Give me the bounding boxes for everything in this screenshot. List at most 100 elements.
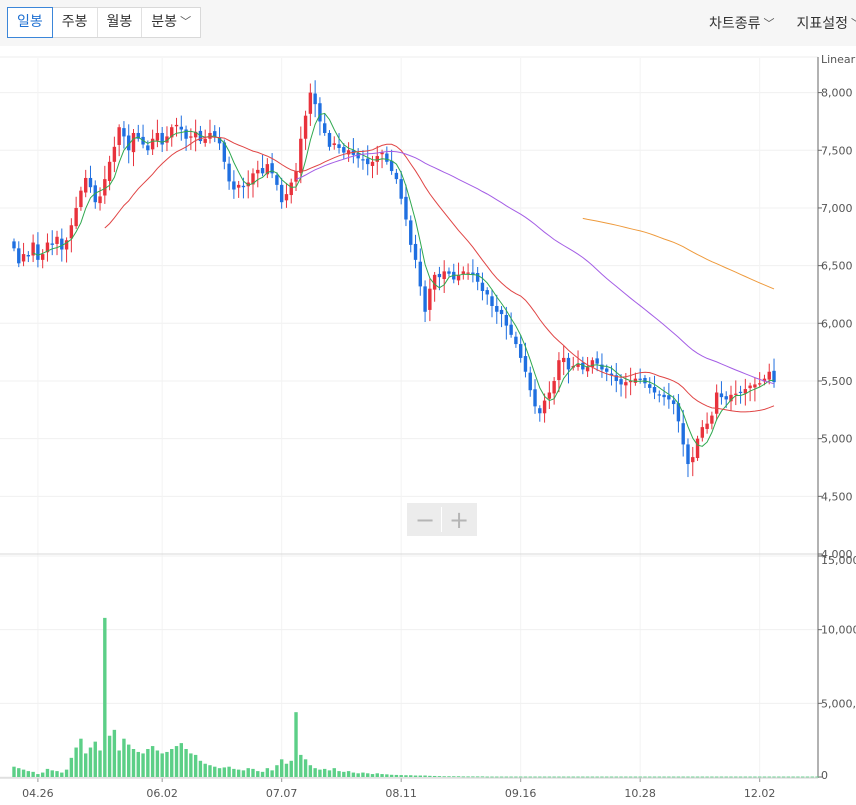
volume-bar	[609, 776, 614, 778]
candle-body	[12, 241, 16, 249]
volume-bar	[337, 771, 341, 777]
volume-bar	[657, 776, 661, 778]
volume-bar	[323, 768, 327, 777]
scale-label: Linear	[821, 53, 856, 66]
y-tick-label: 6,000	[821, 317, 853, 330]
candle-body	[342, 147, 346, 153]
x-tick-label: 09.16	[505, 787, 537, 800]
volume-bar	[628, 776, 633, 778]
volume-bar	[69, 757, 74, 777]
candle-body	[241, 185, 246, 188]
candle-body	[256, 169, 260, 174]
volume-bar	[40, 772, 45, 777]
volume-bar	[198, 760, 203, 777]
candle-body	[155, 132, 160, 141]
zoom-out-button[interactable]: −	[415, 506, 435, 534]
candle-body	[480, 282, 485, 292]
candle-body	[174, 124, 179, 127]
candle-body	[552, 380, 556, 394]
volume-bar	[26, 771, 31, 777]
candle-body	[514, 336, 518, 345]
volume-bar	[428, 775, 432, 777]
candle-body	[714, 392, 719, 414]
y-tick-label: 5,500	[821, 375, 853, 388]
x-tick-label: 07.07	[266, 787, 298, 800]
volume-bar	[36, 774, 40, 777]
candle-body	[475, 273, 480, 282]
volume-bar	[667, 776, 671, 778]
volume-bar	[781, 776, 786, 778]
candle-body	[485, 290, 489, 295]
volume-bar	[60, 772, 64, 777]
candle-body	[533, 389, 537, 407]
candle-body	[26, 255, 31, 257]
volume-tick-label: 5,000,0	[821, 697, 856, 710]
candle-body	[366, 158, 370, 165]
date-axis-labels: 04.26 06.02 07.07 08.11 09.16 10.28 12.02	[22, 787, 775, 800]
volume-bar	[729, 776, 733, 778]
volume-bar	[50, 770, 54, 777]
volume-bar	[499, 776, 504, 778]
volume-bar	[810, 776, 814, 778]
candle-body	[681, 423, 685, 445]
candle-body	[566, 357, 571, 370]
volume-bar	[399, 775, 403, 777]
zoom-in-button[interactable]: +	[449, 506, 469, 534]
volume-bar	[380, 774, 384, 777]
candle-body	[375, 156, 379, 162]
volume-bar	[600, 776, 604, 778]
volume-bar	[17, 768, 21, 777]
candle-body	[562, 357, 566, 363]
volume-bar	[633, 776, 638, 778]
volume-bar	[691, 776, 695, 778]
volume-bar	[289, 760, 293, 777]
volume-bar	[585, 776, 590, 778]
candle-body	[112, 146, 117, 162]
volume-bar	[705, 776, 709, 778]
volume-bar	[342, 771, 346, 777]
volume-bar	[146, 749, 150, 777]
price-axis-labels: 4,0004,5005,0005,5006,0006,5007,0007,500…	[821, 87, 853, 561]
volume-bar	[509, 776, 513, 778]
volume-bar	[475, 776, 480, 778]
candle-body	[98, 196, 102, 204]
volume-bar	[538, 776, 542, 778]
volume-bar	[98, 750, 102, 777]
candle-body	[361, 159, 365, 161]
volume-bar	[193, 754, 198, 777]
candle-body	[509, 324, 513, 335]
ma60-line	[295, 150, 775, 385]
volume-bar	[681, 776, 685, 778]
candle-body	[547, 392, 552, 399]
volume-bar	[155, 750, 160, 777]
candle-body	[88, 177, 93, 188]
candle-body	[409, 220, 413, 245]
volume-bar	[442, 776, 446, 778]
volume-bar	[734, 776, 738, 778]
candle-body	[428, 288, 432, 310]
volume-bar	[719, 776, 724, 778]
candle-body	[734, 393, 738, 395]
volume-bar	[662, 776, 666, 778]
volume-bar	[107, 735, 112, 777]
candle-body	[437, 273, 442, 278]
volume-tick-label: 10,000,0	[821, 624, 856, 637]
volume-bar	[136, 751, 140, 777]
candle-body	[705, 423, 709, 429]
stock-chart[interactable]: 4,0004,5005,0005,5006,0006,5007,0007,500…	[0, 0, 856, 805]
candle-body	[284, 194, 289, 201]
candle-body	[385, 153, 389, 162]
volume-bar	[346, 771, 351, 777]
y-tick-label: 7,000	[821, 202, 853, 215]
volume-bar	[447, 776, 451, 778]
volume-bar	[590, 776, 595, 778]
candle-body	[313, 93, 317, 105]
volume-bar	[64, 769, 69, 777]
volume-bar	[394, 774, 399, 777]
volume-bar	[595, 776, 599, 778]
candle-body	[36, 244, 40, 260]
candle-body	[757, 383, 762, 385]
volume-bar	[643, 776, 647, 778]
volume-bar	[375, 773, 379, 777]
volume-bar	[418, 775, 422, 777]
